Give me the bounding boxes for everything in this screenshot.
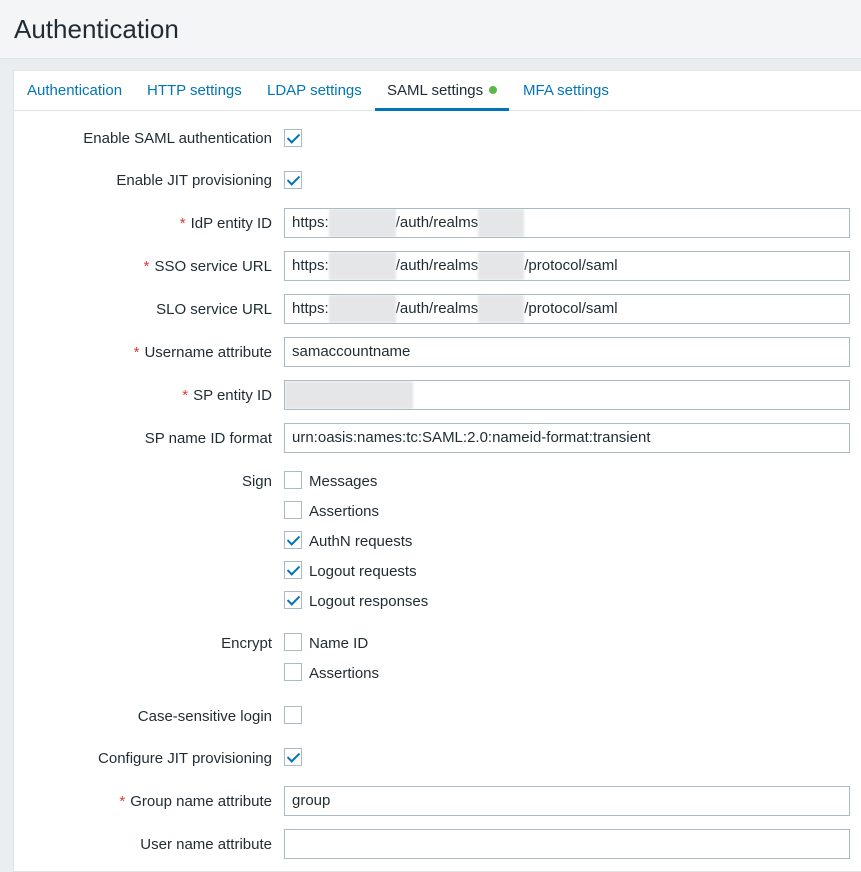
sign-logout-responses-checkbox[interactable] <box>284 591 302 609</box>
tab-saml-settings[interactable]: SAML settings <box>375 71 510 111</box>
idp-entity-id-value-mid: /auth/realms <box>395 214 479 231</box>
sso-service-url-label-text: SSO service URL <box>154 258 272 275</box>
slo-service-url-label: SLO service URL <box>156 301 272 318</box>
slo-service-url-value-prefix: https: <box>292 300 329 317</box>
encrypt-assertions-checkbox[interactable] <box>284 663 302 681</box>
user-name-attribute-input[interactable] <box>284 829 850 859</box>
sign-logout-responses-label: Logout responses <box>309 593 429 610</box>
sign-messages-label: Messages <box>309 473 378 490</box>
username-attribute-label: * Username attribute <box>134 344 272 361</box>
idp-entity-id-label-text: IdP entity ID <box>190 215 272 232</box>
sp-name-id-format-input[interactable]: urn:oasis:names:tc:SAML:2.0:nameid-forma… <box>284 423 850 453</box>
sign-assertions-checkbox[interactable] <box>284 501 302 519</box>
page-header: Authentication <box>0 0 861 59</box>
settings-panel: Authentication HTTP settings LDAP settin… <box>13 70 861 872</box>
tab-ldap-settings[interactable]: LDAP settings <box>267 71 362 109</box>
case-sensitive-login-label: Case-sensitive login <box>137 708 272 725</box>
encrypt-label: Encrypt <box>221 635 272 652</box>
slo-service-url-value-suffix: /protocol/saml <box>524 300 618 317</box>
redacted-realm <box>478 295 525 323</box>
idp-entity-id-input[interactable]: https: /auth/realms <box>284 208 850 238</box>
encrypt-name-id-label: Name ID <box>309 635 369 652</box>
sp-name-id-format-label: SP name ID format <box>144 430 272 447</box>
redacted-realm <box>478 209 525 237</box>
encrypt-assertions-label: Assertions <box>309 665 380 682</box>
sso-service-url-value-suffix: /protocol/saml <box>524 257 618 274</box>
group-name-attribute-input[interactable]: group <box>284 786 850 816</box>
enable-saml-checkbox[interactable] <box>284 129 302 147</box>
status-dot-icon <box>489 86 498 94</box>
sign-assertions-label: Assertions <box>309 503 380 520</box>
required-marker: * <box>182 387 189 404</box>
sign-logout-requests-checkbox[interactable] <box>284 561 302 579</box>
sp-entity-id-input[interactable] <box>284 380 850 410</box>
required-marker: * <box>179 215 186 232</box>
enable-jit-label: Enable JIT provisioning <box>116 172 272 189</box>
enable-jit-checkbox[interactable] <box>284 171 302 189</box>
required-marker: * <box>143 258 150 275</box>
sign-logout-requests-label: Logout requests <box>309 563 417 580</box>
required-marker: * <box>119 793 126 810</box>
sso-service-url-input[interactable]: https: /auth/realms/protocol/saml <box>284 251 850 281</box>
username-attribute-label-text: Username attribute <box>144 344 272 361</box>
slo-service-url-value-mid: /auth/realms <box>395 300 479 317</box>
sign-messages-checkbox[interactable] <box>284 471 302 489</box>
group-name-attribute-label-text: Group name attribute <box>130 793 272 810</box>
redacted-host <box>328 252 396 280</box>
redacted-host <box>328 209 396 237</box>
page-title: Authentication <box>14 14 179 44</box>
tab-http-settings[interactable]: HTTP settings <box>147 71 242 109</box>
tab-authentication[interactable]: Authentication <box>27 71 122 109</box>
tab-saml-settings-label: SAML settings <box>387 82 484 99</box>
tab-bar: Authentication HTTP settings LDAP settin… <box>14 71 861 111</box>
case-sensitive-login-checkbox[interactable] <box>284 706 302 724</box>
redacted-host <box>328 295 396 323</box>
sp-entity-id-label-text: SP entity ID <box>193 387 272 404</box>
enable-saml-label: Enable SAML authentication <box>83 130 272 147</box>
slo-service-url-input[interactable]: https: /auth/realms/protocol/saml <box>284 294 850 324</box>
group-name-attribute-label: * Group name attribute <box>119 793 272 810</box>
redacted-sp-entity-id <box>285 381 413 409</box>
sso-service-url-value-mid: /auth/realms <box>395 257 479 274</box>
sso-service-url-label: * SSO service URL <box>144 258 272 275</box>
redacted-realm <box>478 252 525 280</box>
idp-entity-id-value-prefix: https: <box>292 214 329 231</box>
sign-label: Sign <box>241 473 272 490</box>
configure-jit-checkbox[interactable] <box>284 748 302 766</box>
user-name-attribute-label: User name attribute <box>140 836 272 853</box>
configure-jit-label: Configure JIT provisioning <box>98 750 272 767</box>
sso-service-url-value-prefix: https: <box>292 257 329 274</box>
username-attribute-input[interactable]: samaccountname <box>284 337 850 367</box>
encrypt-name-id-checkbox[interactable] <box>284 633 302 651</box>
sign-authn-requests-label: AuthN requests <box>309 533 413 550</box>
sign-authn-requests-checkbox[interactable] <box>284 531 302 549</box>
idp-entity-id-label: * IdP entity ID <box>180 215 272 232</box>
tab-mfa-settings[interactable]: MFA settings <box>523 71 609 109</box>
required-marker: * <box>133 344 140 361</box>
sp-entity-id-label: * SP entity ID <box>182 387 272 404</box>
